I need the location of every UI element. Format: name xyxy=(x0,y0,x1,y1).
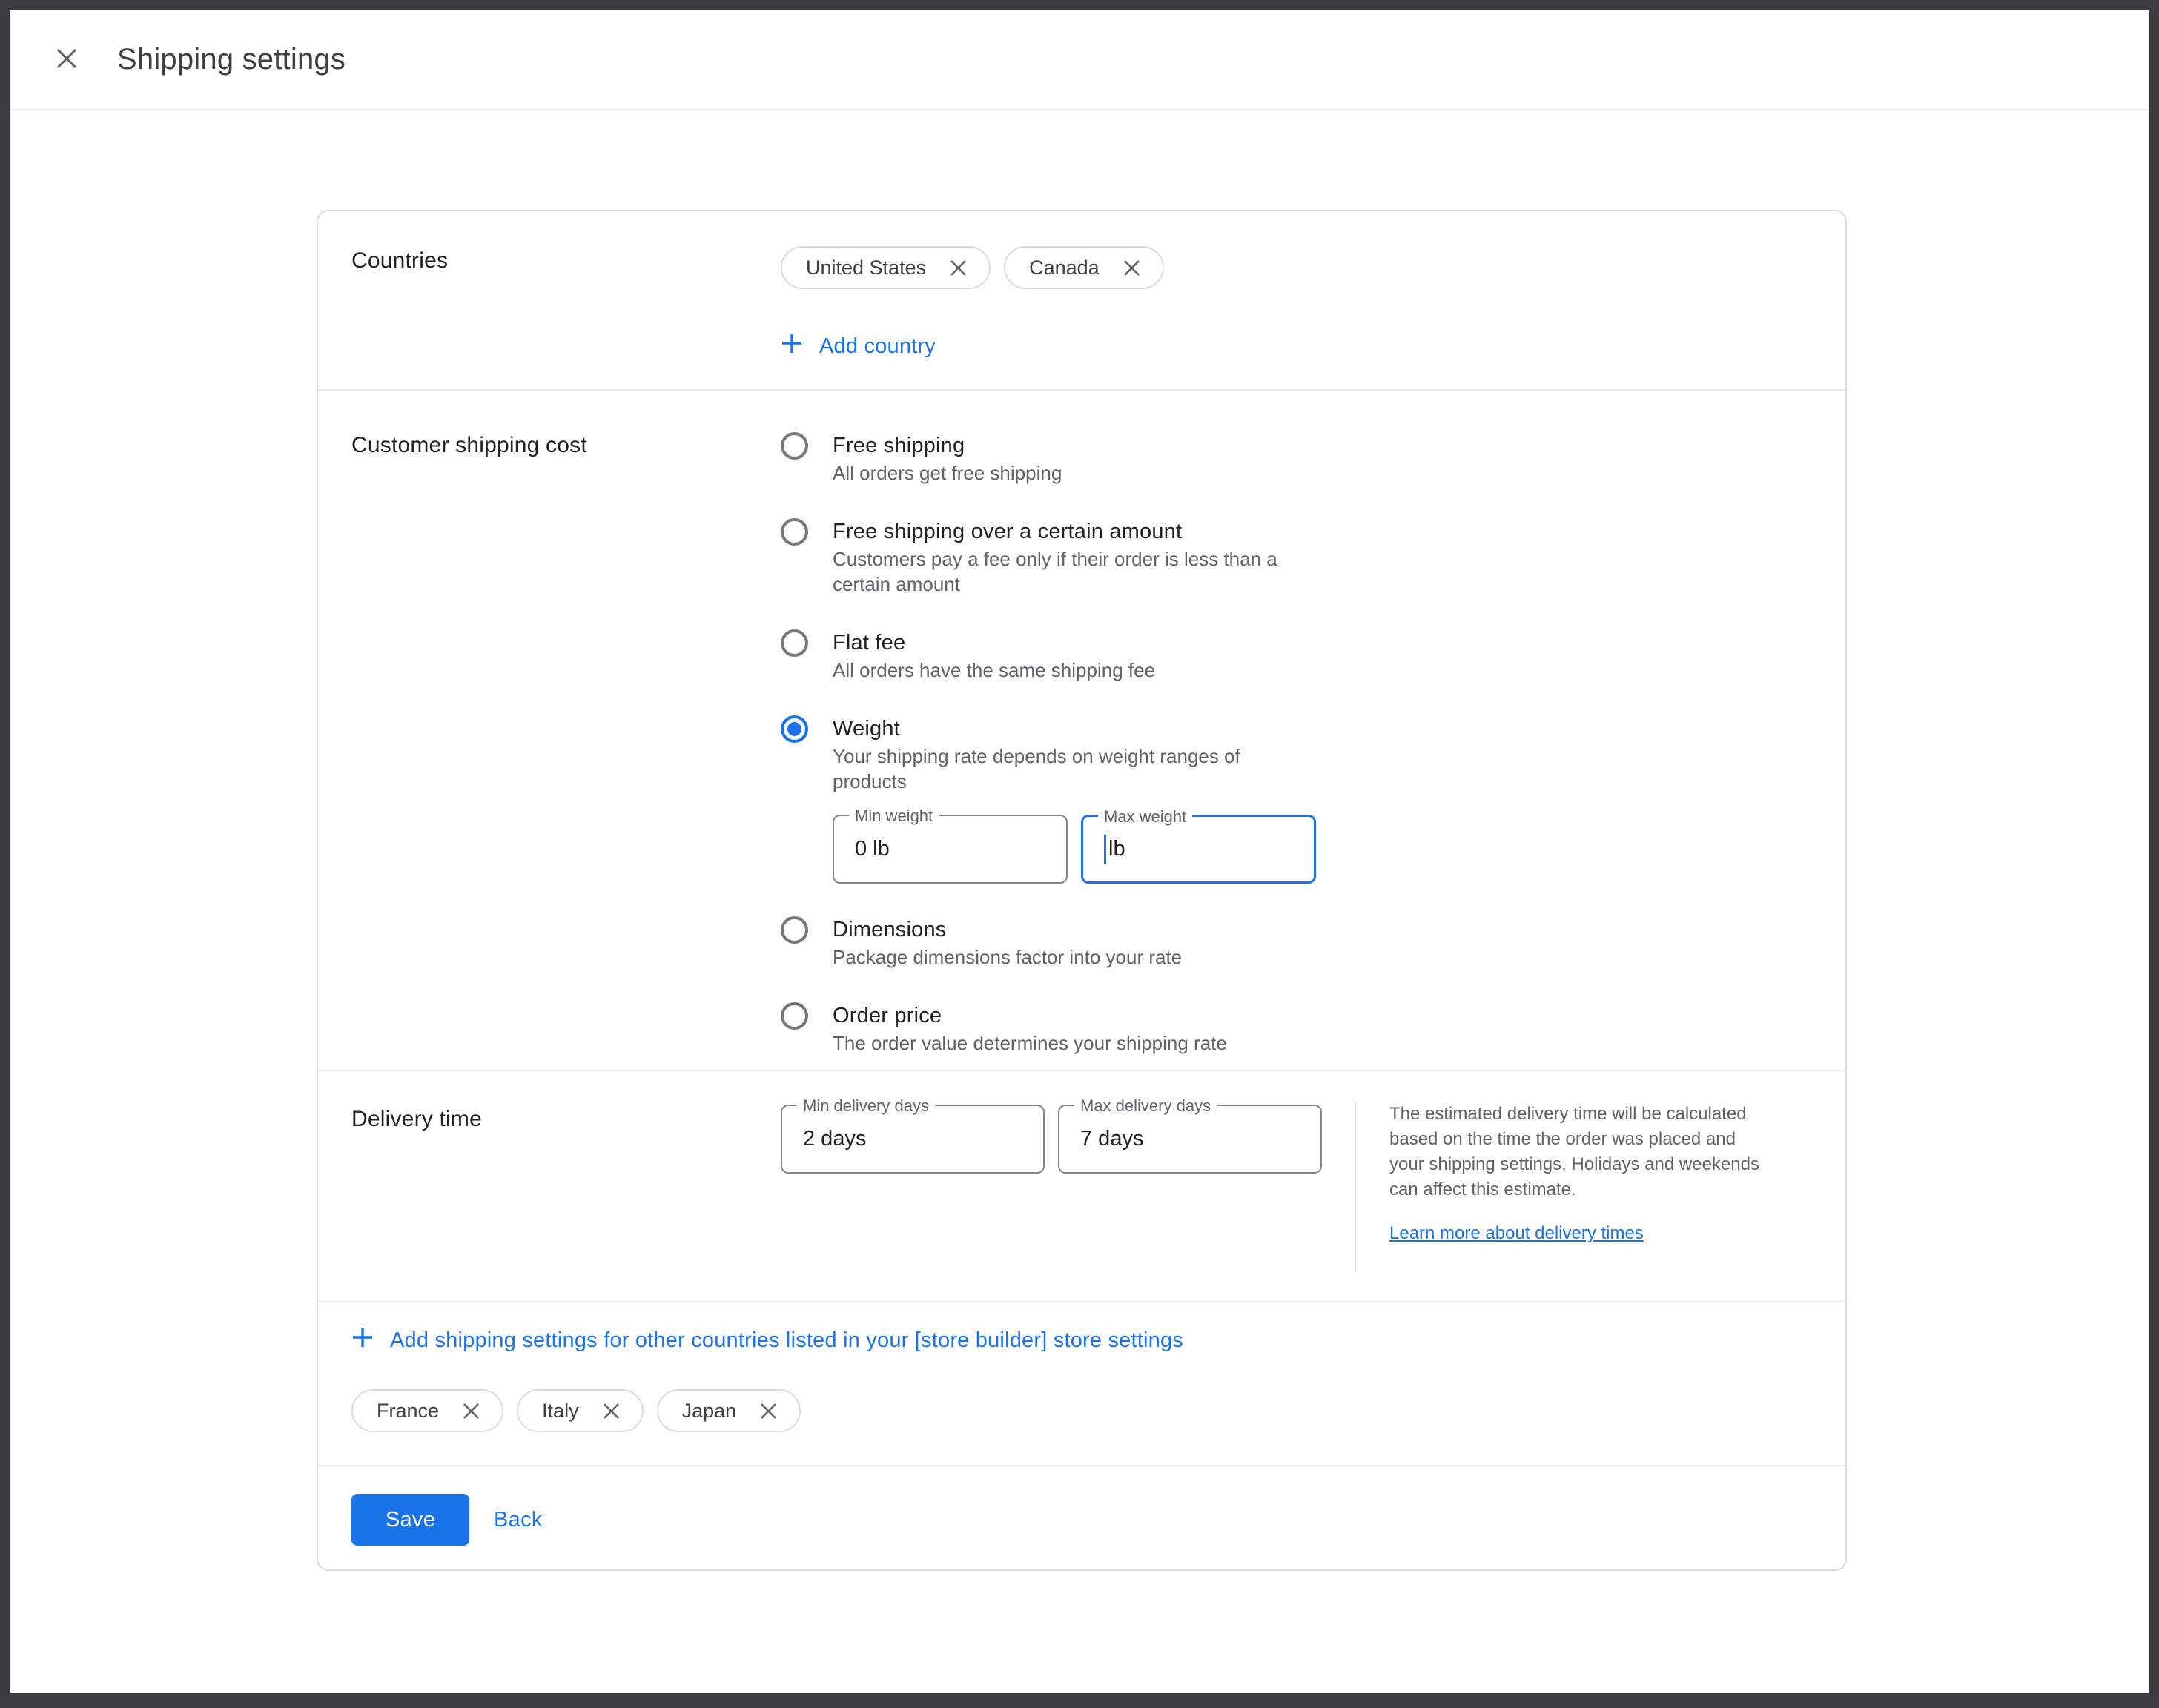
option-free-shipping-over-amount: Free shipping over a certain amount Cust… xyxy=(781,517,1845,597)
delivery-time-section: Delivery time Min delivery days 2 days M… xyxy=(318,1071,1845,1302)
footer-actions: Save Back xyxy=(318,1466,1845,1569)
max-weight-field[interactable]: Max weight lb xyxy=(1081,815,1316,884)
remove-country-icon[interactable] xyxy=(948,258,968,278)
delivery-info-text: The estimated delivery time will be calc… xyxy=(1389,1102,1760,1202)
radio-free-shipping[interactable] xyxy=(781,432,808,460)
remove-country-icon[interactable] xyxy=(1122,258,1142,278)
page-title: Shipping settings xyxy=(117,10,345,109)
header: Shipping settings xyxy=(10,10,2149,110)
chip-label: Italy xyxy=(542,1400,579,1423)
delivery-info-panel: The estimated delivery time will be calc… xyxy=(1389,1102,1760,1244)
option-order-price: Order price The order value determines y… xyxy=(781,1001,1845,1056)
chip-label: United States xyxy=(806,256,926,279)
min-delivery-days-field[interactable]: Min delivery days 2 days xyxy=(781,1105,1045,1174)
country-chip-france[interactable]: France xyxy=(351,1389,503,1432)
min-delivery-days-value: 2 days xyxy=(803,1127,866,1151)
add-other-countries-link[interactable]: Add shipping settings for other countrie… xyxy=(351,1326,1183,1354)
remove-country-icon[interactable] xyxy=(601,1401,621,1421)
plus-icon xyxy=(781,332,803,360)
plus-icon xyxy=(351,1326,374,1354)
settings-card: Countries United States Canada xyxy=(317,210,1847,1571)
remove-country-icon[interactable] xyxy=(461,1401,481,1421)
radio-weight[interactable] xyxy=(781,715,808,743)
option-free-shipping: Free shipping All orders get free shippi… xyxy=(781,431,1845,486)
countries-label: Countries xyxy=(351,246,781,276)
option-flat-fee: Flat fee All orders have the same shippi… xyxy=(781,628,1845,683)
add-country-link[interactable]: Add country xyxy=(781,332,936,360)
max-weight-field-label: Max weight xyxy=(1098,807,1192,827)
min-delivery-days-label: Min delivery days xyxy=(797,1096,935,1116)
radio-dimensions[interactable] xyxy=(781,916,808,944)
min-weight-value: 0 lb xyxy=(855,837,890,861)
shipping-settings-dialog: Shipping settings Countries United State… xyxy=(10,10,2149,1693)
info-divider xyxy=(1355,1102,1356,1272)
chip-label: Japan xyxy=(682,1400,737,1423)
max-delivery-days-value: 7 days xyxy=(1080,1127,1143,1151)
country-chip-united-states[interactable]: United States xyxy=(781,246,991,289)
max-weight-value: lb xyxy=(1108,837,1125,861)
close-icon xyxy=(53,45,80,76)
close-button[interactable] xyxy=(52,45,82,75)
country-chip-italy[interactable]: Italy xyxy=(517,1389,644,1432)
radio-flat-fee[interactable] xyxy=(781,629,808,657)
max-delivery-days-label: Max delivery days xyxy=(1074,1096,1217,1116)
chip-label: France xyxy=(377,1400,439,1423)
country-chip-canada[interactable]: Canada xyxy=(1004,246,1164,289)
countries-section: Countries United States Canada xyxy=(318,211,1845,391)
learn-more-link[interactable]: Learn more about delivery times xyxy=(1389,1223,1644,1244)
min-weight-field-label: Min weight xyxy=(849,806,939,826)
delivery-time-label: Delivery time xyxy=(351,1105,781,1134)
min-weight-field[interactable]: Min weight 0 lb xyxy=(833,815,1068,884)
option-dimensions: Dimensions Package dimensions factor int… xyxy=(781,915,1845,970)
back-link[interactable]: Back xyxy=(494,1494,543,1546)
other-countries-section: Add shipping settings for other countrie… xyxy=(318,1302,1845,1466)
shipping-cost-label: Customer shipping cost xyxy=(351,431,781,460)
shipping-cost-section: Customer shipping cost Free shipping All… xyxy=(318,391,1845,1071)
text-cursor xyxy=(1104,835,1106,864)
save-button[interactable]: Save xyxy=(351,1494,469,1546)
radio-order-price[interactable] xyxy=(781,1002,808,1030)
chip-label: Canada xyxy=(1029,256,1100,279)
country-chip-japan[interactable]: Japan xyxy=(657,1389,801,1432)
country-chip-row: United States Canada xyxy=(781,246,1845,289)
max-delivery-days-field[interactable]: Max delivery days 7 days xyxy=(1058,1105,1322,1174)
radio-free-shipping-over-amount[interactable] xyxy=(781,518,808,546)
other-country-chip-row: France Italy xyxy=(351,1389,1845,1432)
option-weight: Weight Your shipping rate depends on wei… xyxy=(781,714,1845,884)
remove-country-icon[interactable] xyxy=(758,1401,778,1421)
